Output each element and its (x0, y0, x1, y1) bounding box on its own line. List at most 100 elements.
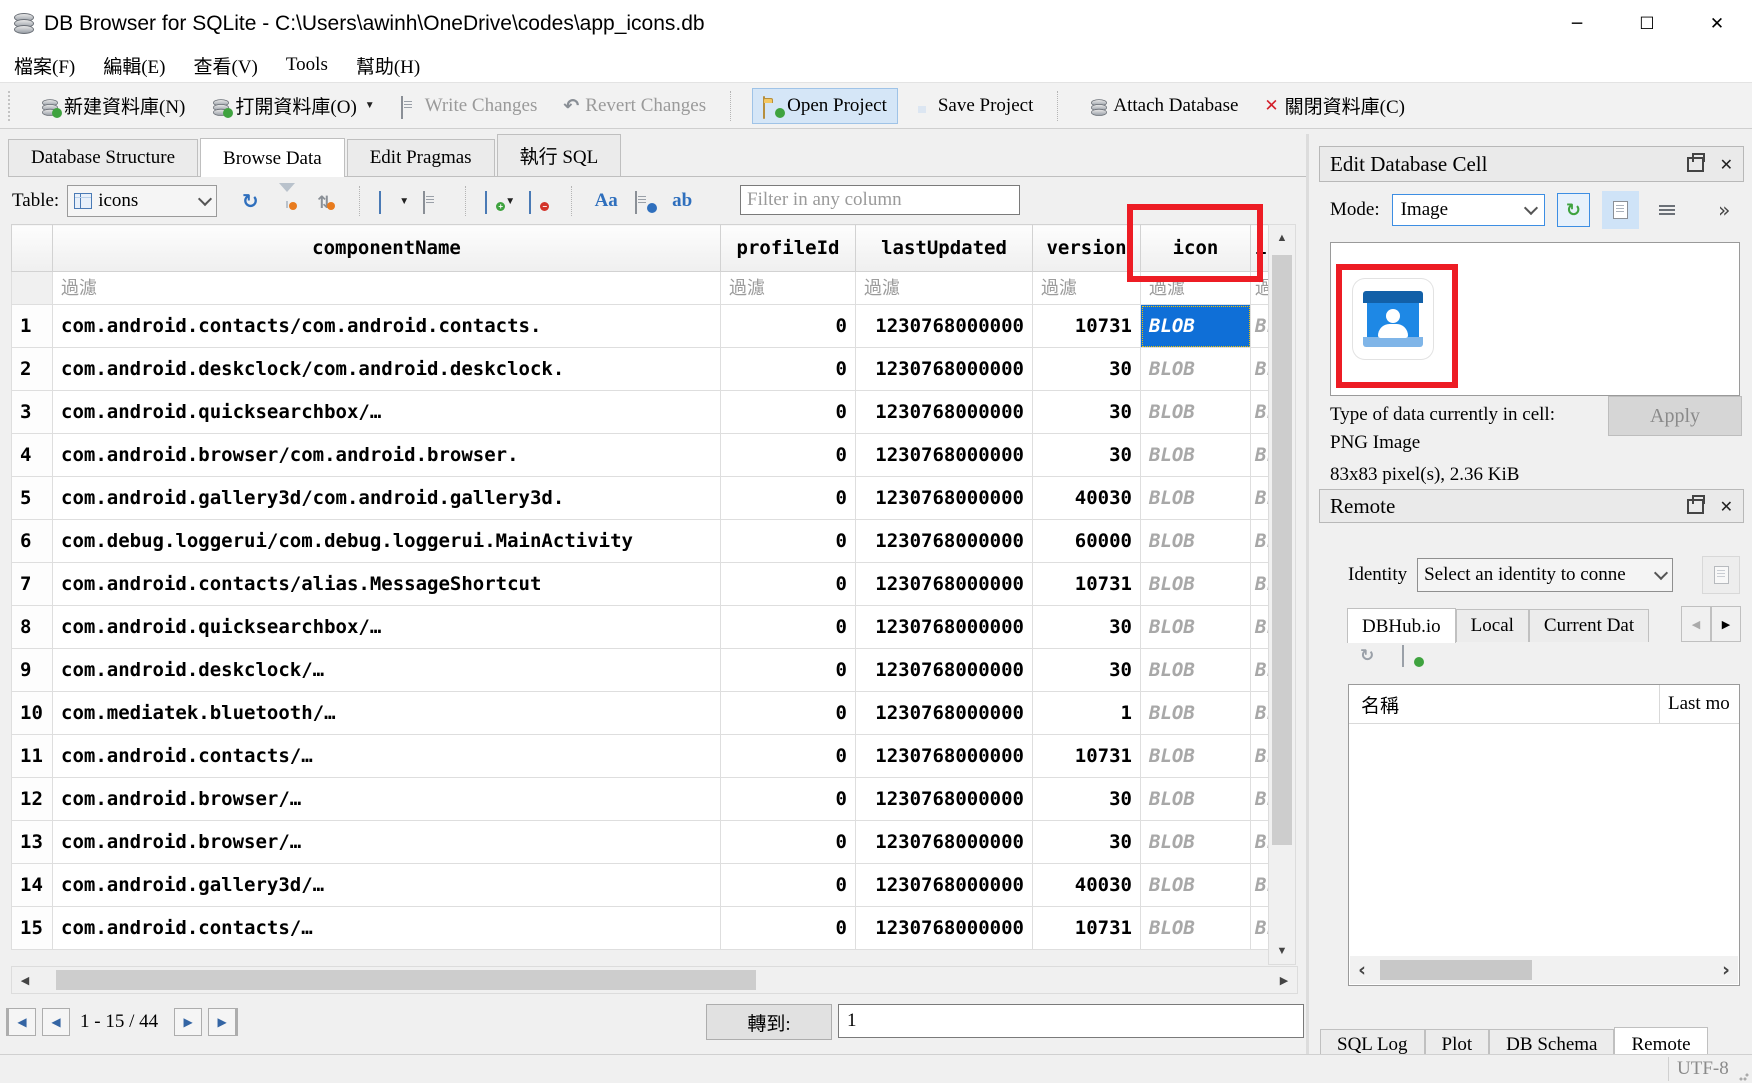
tab-scroll-right-icon[interactable]: ▶ (1711, 606, 1741, 642)
column-header-version[interactable]: version (1033, 225, 1141, 272)
filter-icon-input[interactable]: 過濾 (1141, 272, 1251, 305)
text-format-button[interactable]: Aa (589, 185, 623, 217)
cell-profileId[interactable]: 0 (721, 520, 856, 563)
cell-clipped-blob[interactable]: BLOB (1251, 520, 1269, 563)
filter-any-column-input[interactable] (740, 185, 1020, 215)
cell-lastUpdated[interactable]: 1230768000000 (856, 305, 1033, 348)
tab-dbhub[interactable]: DBHub.io (1347, 608, 1456, 643)
toolbar-overflow-button[interactable]: » (1709, 194, 1740, 226)
print-button[interactable] (415, 185, 449, 217)
row-number[interactable]: 9 (12, 649, 53, 692)
cell-version[interactable]: 30 (1033, 434, 1141, 477)
remote-list-header-name[interactable]: 名稱 (1349, 685, 1660, 723)
grid-horizontal-scrollbar[interactable]: ◀ ▶ (11, 966, 1298, 994)
cell-icon-blob[interactable]: BLOB (1141, 821, 1251, 864)
write-changes-button[interactable]: Write Changes (391, 89, 548, 123)
horizontal-scroll-thumb[interactable] (1380, 960, 1532, 980)
open-database-dropdown-icon[interactable]: ▼ (365, 100, 375, 111)
remote-refresh-icon[interactable]: ↻ (1360, 646, 1374, 666)
cell-componentName[interactable]: com.android.contacts/… (53, 907, 721, 950)
replace-button[interactable]: ab (665, 185, 699, 217)
row-number[interactable]: 11 (12, 735, 53, 778)
column-header-clipped[interactable]: ic (1251, 225, 1269, 272)
tab-scroll-left-icon[interactable]: ◀ (1681, 606, 1711, 642)
row-number[interactable]: 10 (12, 692, 53, 735)
cell-version[interactable]: 40030 (1033, 477, 1141, 520)
save-filter-button[interactable]: ⇅ (309, 185, 343, 217)
cell-version[interactable]: 10731 (1033, 907, 1141, 950)
cell-componentName[interactable]: com.android.browser/com.android.browser. (53, 434, 721, 477)
cell-lastUpdated[interactable]: 1230768000000 (856, 821, 1033, 864)
grid-vertical-scrollbar[interactable]: ▲ ▼ (1268, 224, 1296, 965)
column-header-profileId[interactable]: profileId (721, 225, 856, 272)
save-project-button[interactable]: Save Project (904, 89, 1044, 123)
close-database-button[interactable]: ✕ 關閉資料庫(C) (1254, 86, 1415, 125)
scroll-right-icon[interactable]: › (1714, 959, 1738, 981)
cell-lastUpdated[interactable]: 1230768000000 (856, 735, 1033, 778)
cell-icon-blob[interactable]: BLOB (1141, 692, 1251, 735)
cell-componentName[interactable]: com.android.browser/… (53, 778, 721, 821)
filter-lastUpdated-input[interactable]: 過濾 (856, 272, 1033, 305)
cell-profileId[interactable]: 0 (721, 434, 856, 477)
filter-profileId-input[interactable]: 過濾 (721, 272, 856, 305)
filter-clipped-input[interactable]: 過濾 (1251, 272, 1269, 305)
minimize-button[interactable]: ─ (1542, 0, 1612, 48)
column-header-componentName[interactable]: componentName (53, 225, 721, 272)
scroll-down-icon[interactable]: ▼ (1269, 938, 1295, 964)
tab-current-database[interactable]: Current Dat (1529, 609, 1649, 642)
cell-icon-blob[interactable]: BLOB (1141, 434, 1251, 477)
cell-clipped-blob[interactable]: BLOB (1251, 821, 1269, 864)
horizontal-scroll-thumb[interactable] (56, 970, 756, 990)
cell-clipped-blob[interactable]: BLOB (1251, 907, 1269, 950)
cell-clipped-blob[interactable]: BLOB (1251, 864, 1269, 907)
cell-icon-blob[interactable]: BLOB (1141, 907, 1251, 950)
word-wrap-button[interactable] (1651, 194, 1682, 226)
encoding-status[interactable]: UTF-8 (1668, 1057, 1737, 1081)
row-number[interactable]: 1 (12, 305, 53, 348)
resize-grip[interactable] (1739, 1071, 1749, 1081)
cell-clipped-blob[interactable]: BLOB (1251, 305, 1269, 348)
cell-version[interactable]: 30 (1033, 778, 1141, 821)
toolbar-drag-handle[interactable] (8, 91, 16, 121)
vertical-scroll-thumb[interactable] (1272, 255, 1292, 845)
cell-profileId[interactable]: 0 (721, 563, 856, 606)
cell-lastUpdated[interactable]: 1230768000000 (856, 778, 1033, 821)
cell-lastUpdated[interactable]: 1230768000000 (856, 864, 1033, 907)
maximize-button[interactable]: ☐ (1612, 0, 1682, 48)
row-number[interactable]: 14 (12, 864, 53, 907)
cell-icon-blob[interactable]: BLOB (1141, 520, 1251, 563)
cell-lastUpdated[interactable]: 1230768000000 (856, 692, 1033, 735)
cell-lastUpdated[interactable]: 1230768000000 (856, 477, 1033, 520)
cell-version[interactable]: 30 (1033, 606, 1141, 649)
menu-help[interactable]: 幫助(H) (342, 50, 434, 81)
cell-componentName[interactable]: com.android.deskclock/com.android.deskcl… (53, 348, 721, 391)
goto-button[interactable]: 轉到: (706, 1004, 832, 1040)
cell-componentName[interactable]: com.android.quicksearchbox/… (53, 391, 721, 434)
cell-profileId[interactable]: 0 (721, 821, 856, 864)
tab-database-structure[interactable]: Database Structure (8, 139, 198, 176)
apply-button[interactable]: Apply (1608, 396, 1742, 436)
menu-edit[interactable]: 編輯(E) (89, 50, 179, 81)
cell-version[interactable]: 10731 (1033, 735, 1141, 778)
cell-clipped-blob[interactable]: BLOB (1251, 563, 1269, 606)
column-header-icon[interactable]: icon (1141, 225, 1251, 272)
cell-lastUpdated[interactable]: 1230768000000 (856, 907, 1033, 950)
cell-clipped-blob[interactable]: BLOB (1251, 434, 1269, 477)
cell-lastUpdated[interactable]: 1230768000000 (856, 606, 1033, 649)
cell-icon-blob[interactable]: BLOB (1141, 778, 1251, 821)
first-page-button[interactable]: ◀ (6, 1008, 36, 1036)
menu-tools[interactable]: Tools (272, 52, 342, 78)
cell-lastUpdated[interactable]: 1230768000000 (856, 649, 1033, 692)
cell-clipped-blob[interactable]: BLOB (1251, 391, 1269, 434)
cell-profileId[interactable]: 0 (721, 391, 856, 434)
close-panel-icon[interactable]: ✕ (1720, 155, 1733, 174)
cell-icon-blob[interactable]: BLOB (1141, 864, 1251, 907)
refresh-button[interactable]: ↻ (233, 185, 267, 217)
cell-lastUpdated[interactable]: 1230768000000 (856, 348, 1033, 391)
scroll-left-icon[interactable]: ◀ (12, 967, 38, 993)
cell-icon-blob[interactable]: BLOB (1141, 305, 1251, 348)
cell-componentName[interactable]: com.mediatek.bluetooth/… (53, 692, 721, 735)
cell-version[interactable]: 10731 (1033, 305, 1141, 348)
text-mode-button[interactable] (1602, 191, 1639, 229)
close-button[interactable]: ✕ (1682, 0, 1752, 48)
